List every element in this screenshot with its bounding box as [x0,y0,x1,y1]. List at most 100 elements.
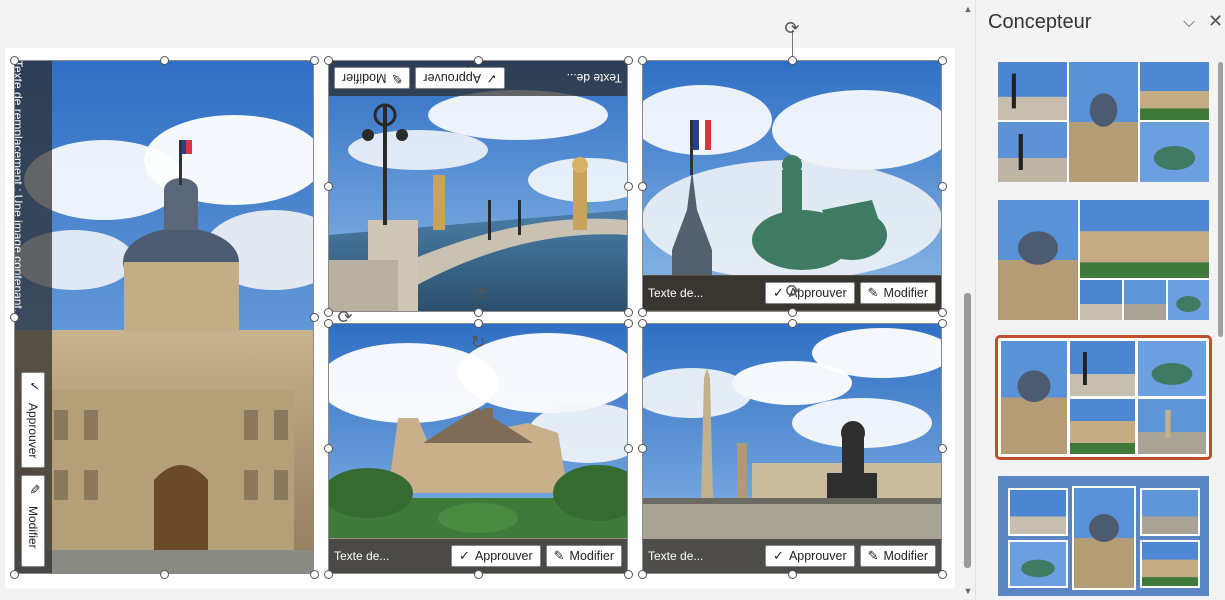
rotate-icon[interactable]: ⟳ [783,20,801,38]
modify-label: Modifier [569,549,614,563]
approve-button-vertical[interactable]: ✓ Approuver [21,372,45,468]
resize-handle[interactable] [323,307,333,317]
modify-button[interactable]: ✎ Modifier [545,545,622,567]
resize-handle[interactable] [323,569,333,579]
alt-text-short: Texte de... [648,286,704,300]
alt-text-bar-concorde: Texte de... ✓ Approuver ✎ Modifier [642,539,942,573]
resize-handle[interactable] [637,55,647,65]
thumb-quadriga [1168,280,1209,320]
rotate-icon[interactable]: ⟳ [471,285,489,303]
resize-handle[interactable] [623,307,633,317]
approve-button[interactable]: ✓ Approuver [415,67,505,89]
resize-handle[interactable] [623,55,633,65]
pane-scrollbar[interactable] [1218,62,1223,337]
photo-saint-eustache[interactable] [328,323,628,574]
resize-handle[interactable] [623,181,633,191]
resize-handle[interactable] [473,569,483,579]
resize-handle[interactable] [787,307,797,317]
resize-handle[interactable] [637,181,647,191]
resize-handle[interactable] [623,444,633,453]
rotate-icon[interactable]: ↻ [469,334,487,352]
pencil-icon: ✎ [553,548,565,564]
resize-handle[interactable] [623,318,633,328]
approve-button[interactable]: ✓ Approuver [451,545,541,567]
photo-luxembourg-palace[interactable] [14,60,314,574]
photo-concorde-obelisk[interactable] [642,323,942,574]
modify-button[interactable]: ✎ Modifier [334,67,411,89]
approve-label: Approuver [26,403,40,459]
resize-handle[interactable] [9,55,19,65]
resize-handle[interactable] [637,307,647,317]
modify-button[interactable]: ✎ Modifier [859,545,936,567]
resize-handle[interactable] [787,318,797,328]
pencil-icon: ✎ [391,70,403,86]
thumb-church [1140,540,1200,588]
rotate-icon[interactable]: ⟳ [336,309,354,327]
church-image [328,323,628,574]
thumb-palace [1072,486,1136,590]
resize-handle[interactable] [323,55,333,65]
photo-quadriga-statue[interactable] [642,60,942,312]
scroll-thumb[interactable] [964,293,971,568]
rotate-icon[interactable]: ⟳ [784,283,802,301]
scroll-down-arrow[interactable]: ▼ [962,586,974,596]
resize-handle[interactable] [623,569,633,579]
design-option-4[interactable] [998,476,1209,596]
checkmark-icon: ✓ [486,70,497,86]
modify-label: Modifier [883,286,928,300]
design-option-3-selected[interactable] [995,335,1212,460]
thumb-palace [1001,341,1067,454]
thumb-concorde [1140,488,1200,536]
checkmark-icon: ✓ [25,381,41,392]
resize-handle[interactable] [473,307,483,317]
resize-handle[interactable] [473,55,483,65]
pencil-icon: ✎ [867,285,879,301]
resize-handle[interactable] [323,318,333,328]
thumb-quadriga [1140,122,1209,182]
alt-text-bar-bridge: Texte de... ✓ Approuver ✎ Modifier [328,60,628,96]
resize-handle[interactable] [937,444,947,453]
resize-handle[interactable] [309,569,319,579]
resize-handle[interactable] [637,569,647,579]
resize-handle[interactable] [637,444,647,453]
palace-image [14,60,314,574]
thumb-quadriga [1008,540,1068,588]
resize-handle[interactable] [937,307,947,317]
resize-handle[interactable] [309,312,319,322]
resize-handle[interactable] [159,55,169,65]
resize-handle[interactable] [9,312,19,322]
design-option-2[interactable] [998,200,1209,320]
resize-handle[interactable] [309,55,319,65]
modify-button-vertical[interactable]: ✎ Modifier [21,475,45,567]
resize-handle[interactable] [323,444,333,453]
scroll-up-arrow[interactable]: ▲ [962,4,974,14]
approve-button[interactable]: ✓ Approuver [765,282,855,304]
thumb-bridge-2 [998,122,1067,182]
resize-handle[interactable] [159,569,169,579]
thumb-concorde [1138,399,1206,454]
resize-handle[interactable] [323,181,333,191]
close-icon[interactable]: ✕ [1208,11,1223,32]
thumb-concorde [1124,280,1166,320]
resize-handle[interactable] [787,569,797,579]
slide-canvas-area: Texte de remplacement : Une image conten… [0,0,962,600]
resize-handle[interactable] [637,318,647,328]
resize-handle[interactable] [937,181,947,191]
design-option-1[interactable] [998,62,1209,182]
pencil-icon: ✎ [25,484,41,495]
thumb-palace [1069,62,1138,182]
vertical-scrollbar[interactable]: ▲ ▼ [962,0,974,600]
resize-handle[interactable] [937,318,947,328]
modify-button[interactable]: ✎ Modifier [859,282,936,304]
resize-handle[interactable] [937,569,947,579]
chevron-down-icon[interactable]: ⌵ [1183,12,1195,32]
resize-handle[interactable] [473,318,483,328]
resize-handle[interactable] [9,569,19,579]
photo-alexandre-bridge[interactable] [328,60,628,312]
checkmark-icon: ✓ [773,285,784,301]
approve-button[interactable]: ✓ Approuver [765,545,855,567]
bridge-image [328,60,628,312]
resize-handle[interactable] [787,55,797,65]
pane-title: Concepteur [988,11,1092,33]
resize-handle[interactable] [937,55,947,65]
